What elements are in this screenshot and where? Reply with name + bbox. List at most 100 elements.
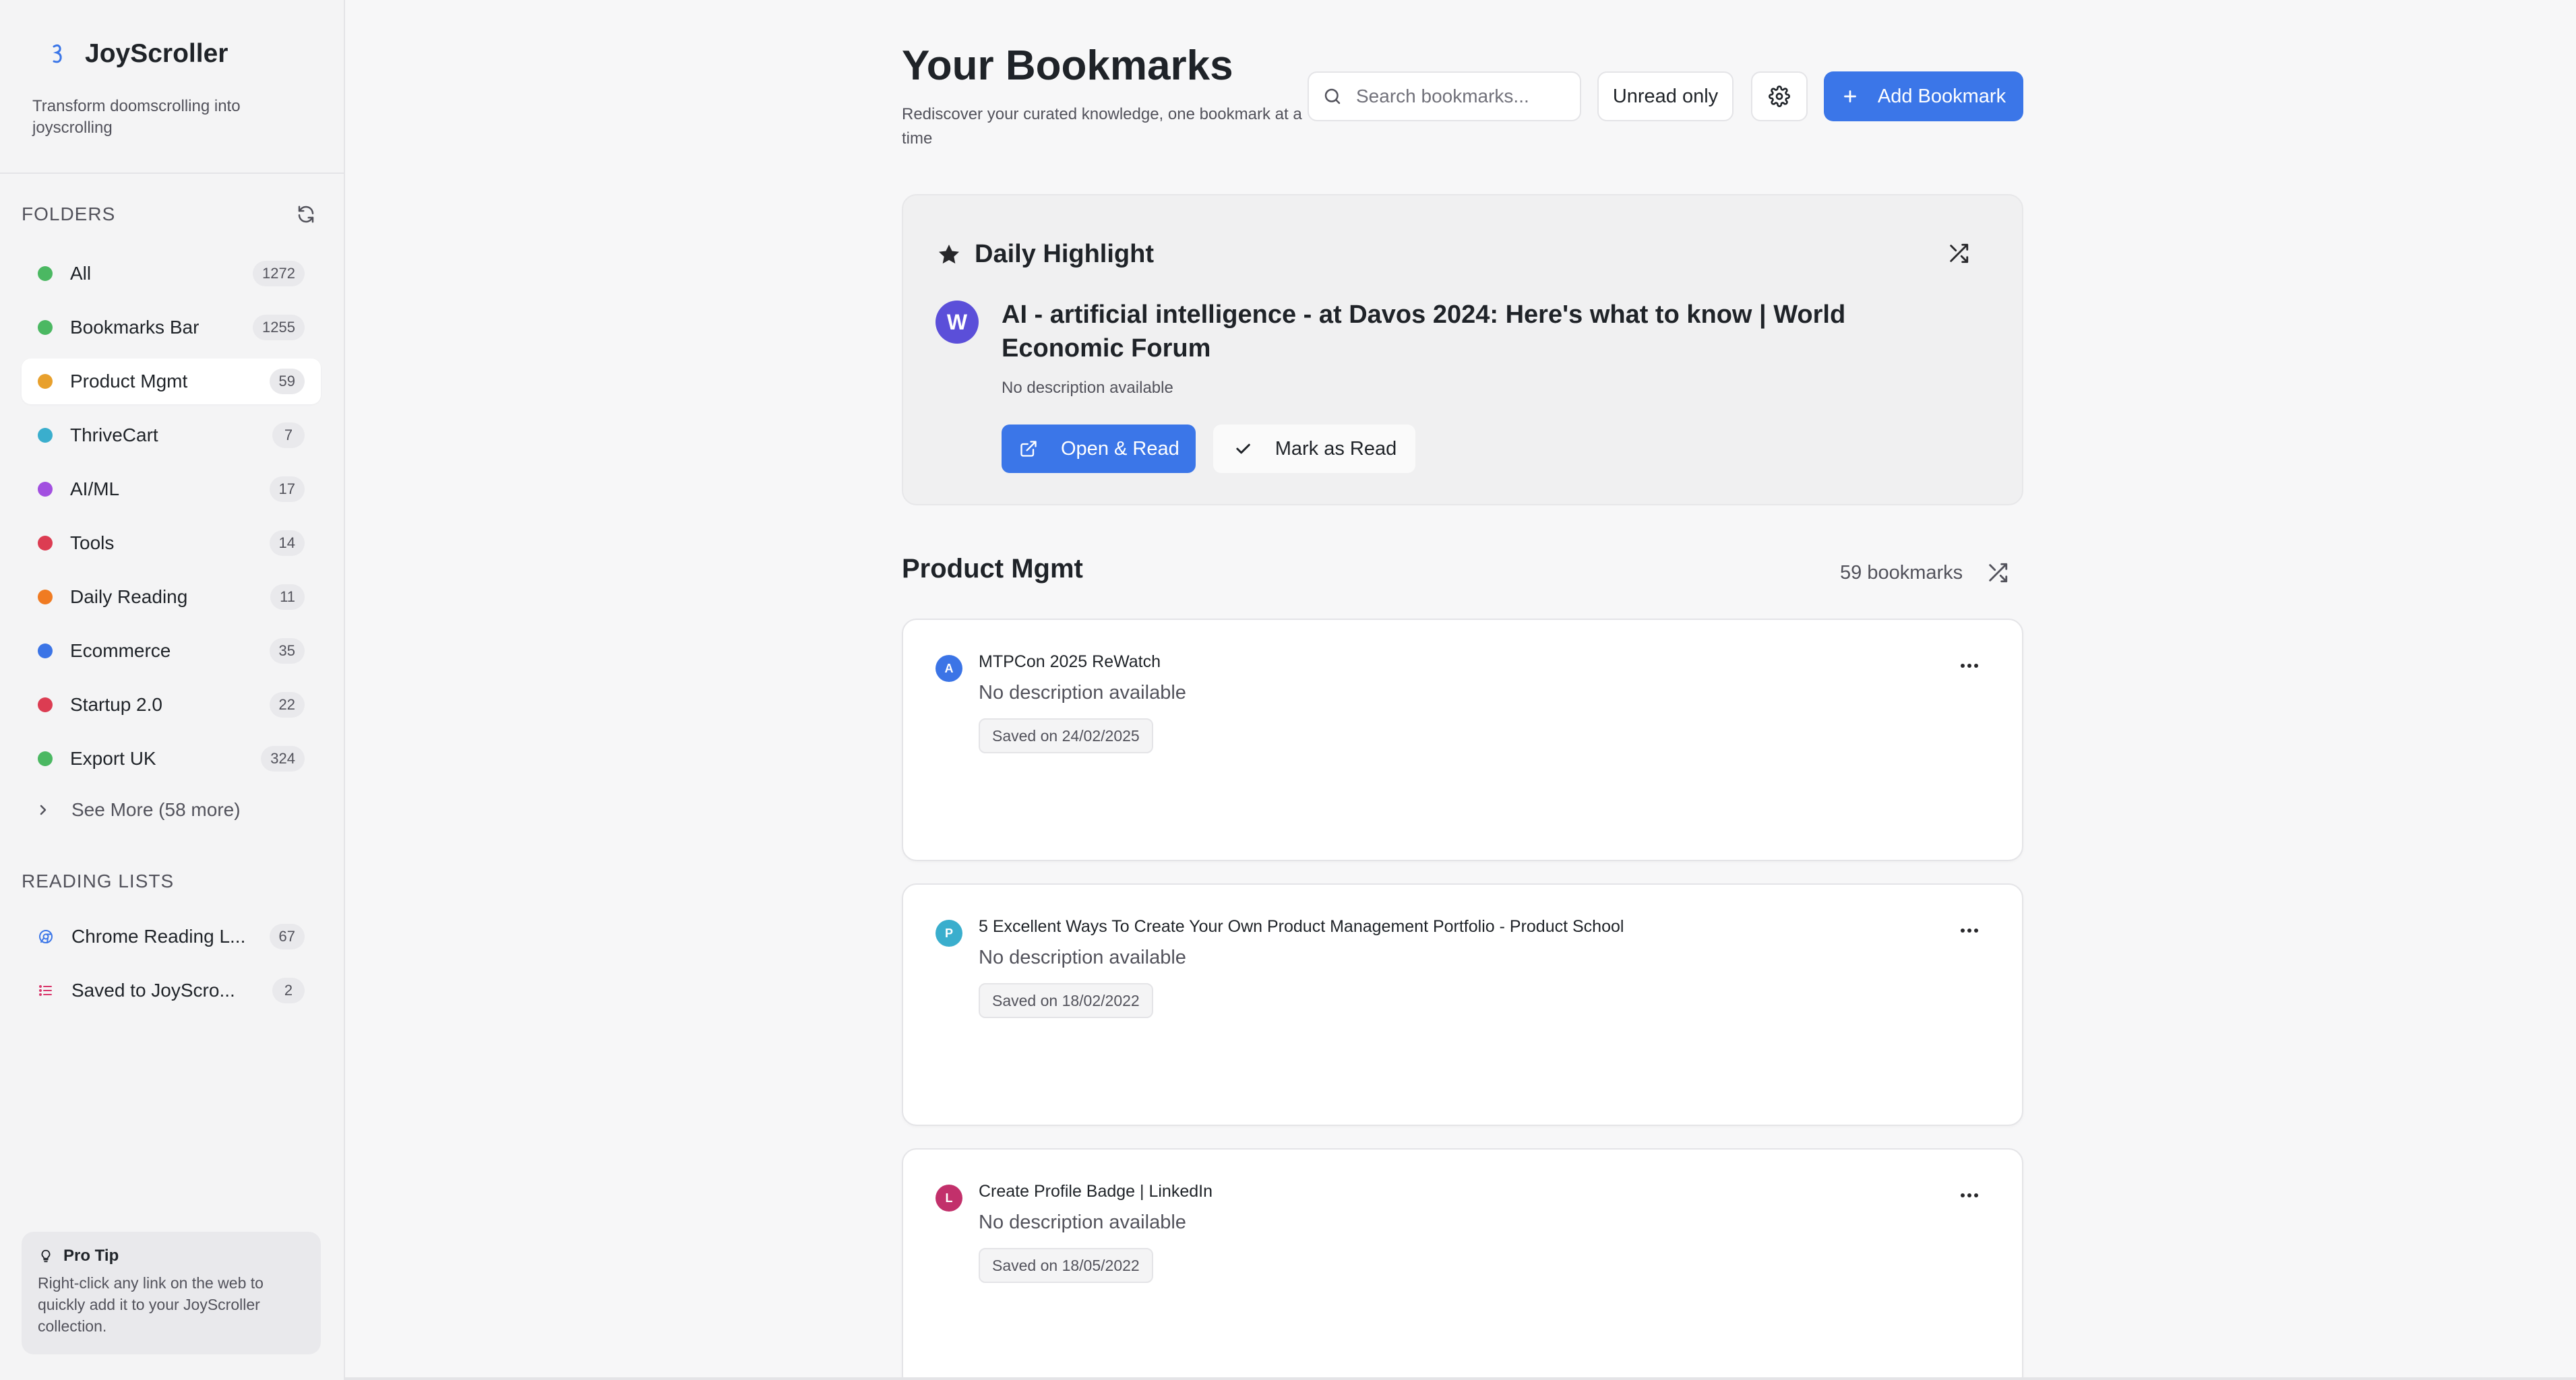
saved-date-badge: Saved on 18/02/2022 (979, 983, 1153, 1018)
folder-color-dot (38, 482, 53, 497)
bookmark-card[interactable]: P 5 Excellent Ways To Create Your Own Pr… (902, 883, 2023, 1126)
reading-list-label: Saved to JoyScro... (71, 980, 235, 1001)
folder-count: 35 (269, 638, 305, 664)
sidebar-item-tools[interactable]: Tools 14 (22, 520, 321, 566)
folder-color-dot (38, 751, 53, 766)
sidebar-item-bookmarks-bar[interactable]: Bookmarks Bar 1255 (22, 305, 321, 350)
bookmark-card[interactable]: L Create Profile Badge | LinkedIn No des… (902, 1148, 2023, 1380)
sidebar-item-startup[interactable]: Startup 2.0 22 (22, 682, 321, 728)
site-avatar: W (936, 301, 979, 344)
reading-lists-heading: READING LISTS (22, 871, 175, 891)
folder-count: 14 (269, 530, 305, 556)
folder-label: Product Mgmt (70, 371, 188, 391)
brand: JoyScroller (32, 35, 228, 73)
sidebar-item-saved-to-joyscroller[interactable]: Saved to JoyScro... 2 (22, 968, 321, 1013)
bookmark-title[interactable]: 5 Excellent Ways To Create Your Own Prod… (979, 917, 1624, 937)
folder-count: 17 (269, 476, 305, 502)
see-more-label: See More (58 more) (71, 799, 241, 820)
mark-as-read-button[interactable]: Mark as Read (1213, 425, 1416, 473)
gear-icon (1769, 86, 1790, 107)
bookmark-title[interactable]: MTPCon 2025 ReWatch (979, 652, 1161, 672)
folder-label: Daily Reading (70, 586, 188, 607)
add-bookmark-label: Add Bookmark (1877, 85, 2006, 107)
reading-lists-header: READING LISTS (22, 871, 318, 892)
bookmark-description: No description available (979, 682, 1186, 703)
sidebar-item-export-uk[interactable]: Export UK 324 (22, 736, 321, 782)
sidebar-item-chrome-reading-list[interactable]: Chrome Reading L... 67 (22, 914, 321, 960)
sidebar-item-daily-reading[interactable]: Daily Reading 11 (22, 574, 321, 620)
folder-color-dot (38, 320, 53, 335)
bookmark-card[interactable]: A MTPCon 2025 ReWatch No description ava… (902, 619, 2023, 861)
app-tagline: Transform doomscrolling into joyscrollin… (32, 97, 241, 137)
star-icon (936, 241, 962, 268)
folder-label: ThriveCart (70, 425, 158, 445)
folder-color-dot (38, 266, 53, 281)
shuffle-icon[interactable] (1984, 559, 2011, 586)
open-read-button[interactable]: Open & Read (1002, 425, 1196, 473)
bookmark-title[interactable]: Create Profile Badge | LinkedIn (979, 1182, 1213, 1201)
highlight-actions: Open & Read Mark as Read (1002, 425, 1416, 473)
window-bottom-edge (345, 1377, 2576, 1380)
folder-count: 59 (269, 369, 305, 394)
open-read-label: Open & Read (1061, 437, 1179, 460)
sidebar-item-ai-ml[interactable]: AI/ML 17 (22, 466, 321, 512)
folder-count: 1255 (253, 315, 305, 340)
pro-tip-card: Pro Tip Right-click any link on the web … (22, 1232, 321, 1354)
folder-color-dot (38, 374, 53, 389)
see-more-button[interactable]: See More (58 more) (38, 799, 241, 821)
more-options-icon[interactable] (1956, 658, 1983, 674)
folder-count: 7 (272, 422, 305, 448)
folders-heading: FOLDERS (22, 203, 116, 224)
folder-color-dot (38, 644, 53, 658)
reading-list-label: Chrome Reading L... (71, 926, 246, 947)
add-bookmark-button[interactable]: Add Bookmark (1824, 71, 2023, 121)
folder-count: 11 (270, 584, 305, 610)
folder-color-dot (38, 536, 53, 551)
folder-label: Startup 2.0 (70, 694, 162, 715)
pro-tip-title: Pro Tip (63, 1247, 119, 1265)
folder-color-dot (38, 428, 53, 443)
sidebar: JoyScroller Transform doomscrolling into… (0, 0, 345, 1380)
folder-count: 1272 (253, 261, 305, 286)
folders-header: FOLDERS (22, 202, 318, 226)
site-avatar: P (936, 920, 962, 947)
more-options-icon[interactable] (1956, 1187, 1983, 1203)
folder-label: Ecommerce (70, 640, 171, 661)
shuffle-icon[interactable] (1945, 240, 1972, 267)
section-title: Product Mgmt (902, 554, 1083, 584)
pro-tip-header: Pro Tip (38, 1247, 305, 1265)
page-title: Your Bookmarks (902, 42, 1233, 89)
sidebar-item-thrivecart[interactable]: ThriveCart 7 (22, 412, 321, 458)
app-name: JoyScroller (85, 39, 228, 68)
more-options-icon[interactable] (1956, 922, 1983, 939)
folder-label: Export UK (70, 748, 156, 769)
saved-date-badge: Saved on 18/05/2022 (979, 1248, 1153, 1283)
daily-highlight-header: Daily Highlight (936, 240, 1154, 269)
pro-tip-body: Right-click any link on the web to quick… (38, 1274, 264, 1335)
unread-only-button[interactable]: Unread only (1597, 71, 1734, 121)
list-icon (38, 982, 54, 999)
folder-count: 22 (269, 692, 305, 718)
unread-only-label: Unread only (1612, 85, 1719, 107)
external-link-icon (1018, 438, 1039, 460)
check-icon (1232, 438, 1254, 460)
reading-list-count: 2 (272, 978, 305, 1003)
folder-label: Bookmarks Bar (70, 317, 200, 338)
page-subtitle: Rediscover your curated knowledge, one b… (902, 105, 1302, 148)
mark-as-read-label: Mark as Read (1275, 437, 1397, 460)
plus-icon (1841, 88, 1859, 105)
settings-button[interactable] (1751, 71, 1808, 121)
highlight-title[interactable]: AI - artificial intelligence - at Davos … (1002, 298, 1972, 365)
folder-color-dot (38, 697, 53, 712)
chevron-right-icon (38, 803, 54, 817)
search-icon (1322, 86, 1343, 106)
sidebar-item-ecommerce[interactable]: Ecommerce 35 (22, 628, 321, 674)
sidebar-item-all[interactable]: All 1272 (22, 251, 321, 296)
search-box[interactable] (1308, 71, 1581, 121)
search-input[interactable] (1356, 86, 1572, 107)
refresh-icon[interactable] (294, 202, 318, 226)
folder-label: All (70, 263, 92, 284)
bookmark-count: 59 bookmarks (1840, 562, 1963, 584)
sidebar-item-product-mgmt[interactable]: Product Mgmt 59 (22, 358, 321, 404)
folder-label: Tools (70, 532, 115, 553)
